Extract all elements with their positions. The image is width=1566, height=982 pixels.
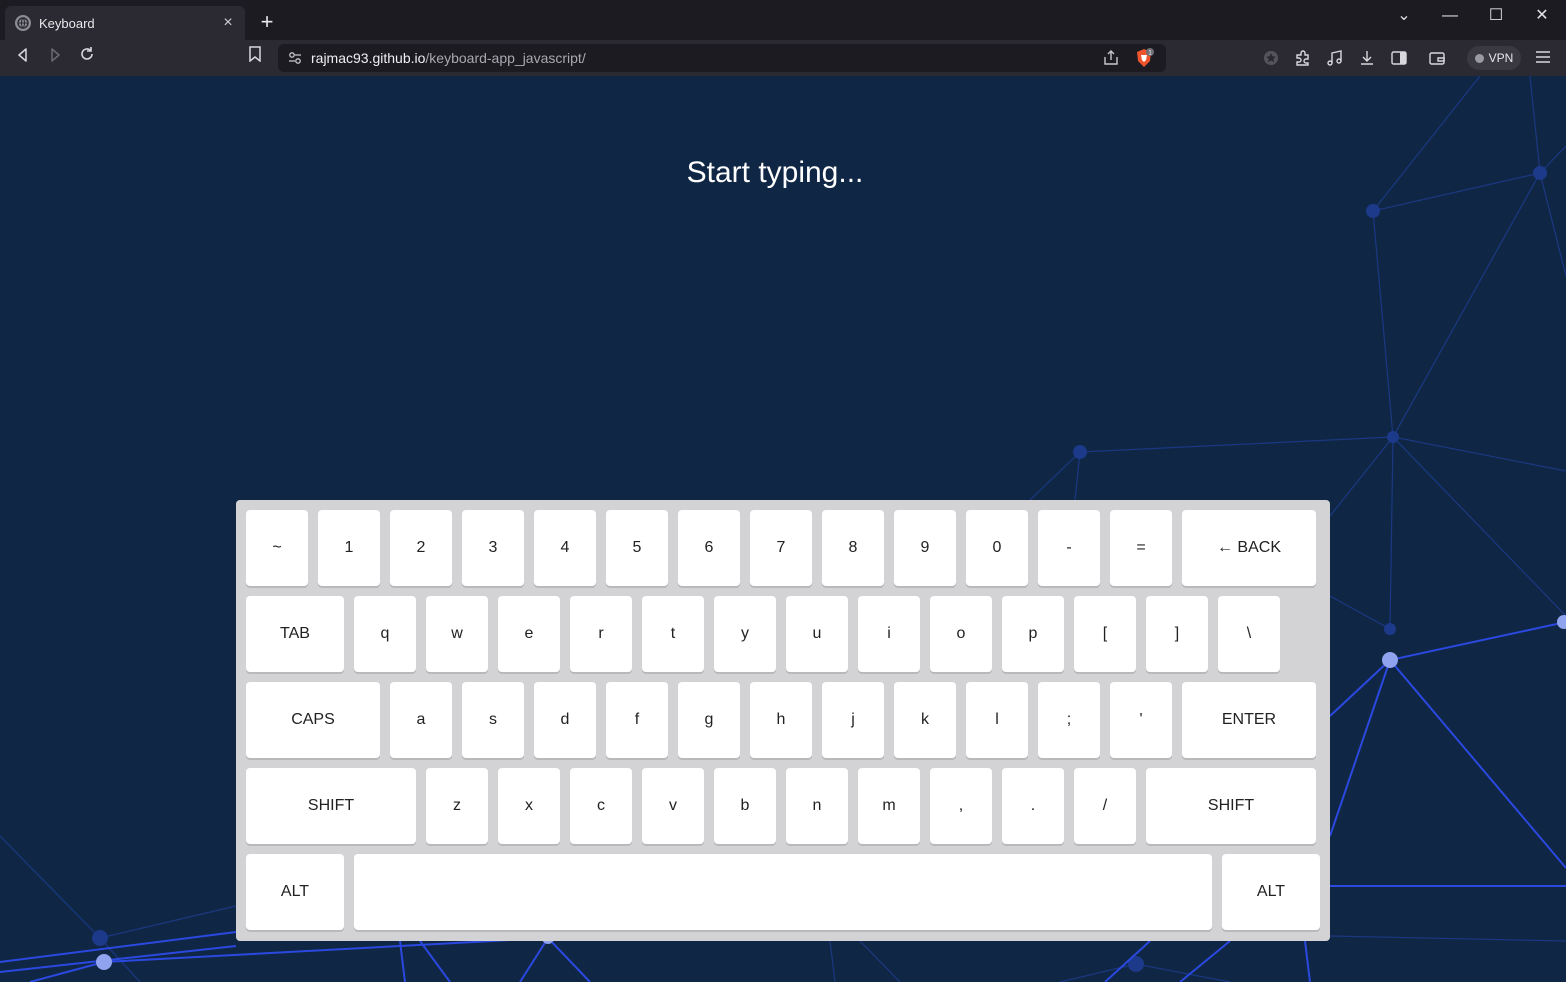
key-z[interactable]: z [426, 768, 488, 844]
key-1[interactable]: 1 [318, 510, 380, 586]
key-3[interactable]: 3 [462, 510, 524, 586]
maximize-button[interactable]: ☐ [1481, 4, 1511, 28]
key-left-bracket[interactable]: [ [1074, 596, 1136, 672]
tab-strip: Keyboard × + ⌄ — ☐ ✕ [0, 0, 1566, 40]
keyboard-row-4: SHIFT z x c v b n m , . / SHIFT [246, 768, 1316, 844]
key-e[interactable]: e [498, 596, 560, 672]
hamburger-menu-icon[interactable] [1534, 48, 1554, 68]
key-space[interactable] [354, 854, 1212, 930]
key-slash[interactable]: / [1074, 768, 1136, 844]
virtual-keyboard: ~ 1 2 3 4 5 6 7 8 9 0 - = ← BACK TAB q w… [236, 500, 1330, 941]
keyboard-row-3: CAPS a s d f g h j k l ; ' ENTER [246, 682, 1316, 758]
browser-tab[interactable]: Keyboard × [5, 6, 245, 40]
key-d[interactable]: d [534, 682, 596, 758]
key-x[interactable]: x [498, 768, 560, 844]
tab-close-icon[interactable]: × [219, 14, 237, 32]
key-backspace[interactable]: ← BACK [1182, 510, 1316, 586]
key-quote[interactable]: ' [1110, 682, 1172, 758]
key-period[interactable]: . [1002, 768, 1064, 844]
vpn-button[interactable]: VPN [1467, 46, 1521, 70]
keyboard-row-1: ~ 1 2 3 4 5 6 7 8 9 0 - = ← BACK [246, 510, 1316, 586]
key-t[interactable]: t [642, 596, 704, 672]
key-n[interactable]: n [786, 768, 848, 844]
rewards-icon[interactable] [1261, 48, 1281, 68]
key-f[interactable]: f [606, 682, 668, 758]
key-j[interactable]: j [822, 682, 884, 758]
key-caps[interactable]: CAPS [246, 682, 380, 758]
key-p[interactable]: p [1002, 596, 1064, 672]
key-5[interactable]: 5 [606, 510, 668, 586]
key-h[interactable]: h [750, 682, 812, 758]
page-content: Start typing... ~ 1 2 3 4 5 6 7 8 9 0 - … [0, 76, 1566, 982]
key-q[interactable]: q [354, 596, 416, 672]
close-window-button[interactable]: ✕ [1527, 4, 1557, 28]
key-b[interactable]: b [714, 768, 776, 844]
key-right-bracket[interactable]: ] [1146, 596, 1208, 672]
key-equals[interactable]: = [1110, 510, 1172, 586]
vpn-label: VPN [1488, 51, 1514, 65]
key-g[interactable]: g [678, 682, 740, 758]
key-r[interactable]: r [570, 596, 632, 672]
address-bar[interactable]: rajmac93.github.io /keyboard-app_javascr… [278, 44, 1166, 72]
keyboard-row-2: TAB q w e r t y u i o p [ ] \ [246, 596, 1280, 672]
key-s[interactable]: s [462, 682, 524, 758]
globe-icon [15, 15, 31, 31]
forward-icon[interactable] [43, 46, 67, 70]
key-k[interactable]: k [894, 682, 956, 758]
key-0[interactable]: 0 [966, 510, 1028, 586]
key-c[interactable]: c [570, 768, 632, 844]
vpn-status-icon [1474, 53, 1484, 63]
key-comma[interactable]: , [930, 768, 992, 844]
reload-icon[interactable] [75, 46, 99, 70]
extensions-icon[interactable] [1293, 48, 1313, 68]
key-8[interactable]: 8 [822, 510, 884, 586]
wallet-icon[interactable] [1427, 48, 1447, 68]
key-y[interactable]: y [714, 596, 776, 672]
key-o[interactable]: o [930, 596, 992, 672]
brave-shields-icon[interactable]: 1 [1134, 48, 1154, 68]
key-v[interactable]: v [642, 768, 704, 844]
key-enter[interactable]: ENTER [1182, 682, 1316, 758]
tab-title: Keyboard [39, 15, 95, 31]
bookmark-icon[interactable] [243, 46, 267, 70]
key-u[interactable]: u [786, 596, 848, 672]
page-title: Start typing... [686, 156, 864, 189]
key-m[interactable]: m [858, 768, 920, 844]
key-l[interactable]: l [966, 682, 1028, 758]
site-settings-icon[interactable] [288, 51, 302, 65]
key-tilde[interactable]: ~ [246, 510, 308, 586]
key-i[interactable]: i [858, 596, 920, 672]
tab-search-icon[interactable]: ⌄ [1389, 4, 1419, 28]
key-6[interactable]: 6 [678, 510, 740, 586]
key-right-alt[interactable]: ALT [1222, 854, 1320, 930]
key-tab[interactable]: TAB [246, 596, 344, 672]
back-icon[interactable] [11, 46, 35, 70]
key-w[interactable]: w [426, 596, 488, 672]
key-right-shift[interactable]: SHIFT [1146, 768, 1316, 844]
key-4[interactable]: 4 [534, 510, 596, 586]
key-7[interactable]: 7 [750, 510, 812, 586]
key-backslash[interactable]: \ [1218, 596, 1280, 672]
url-path: /keyboard-app_javascript/ [425, 50, 586, 66]
keyboard-row-5: ALT ALT [246, 854, 1320, 930]
key-minus[interactable]: - [1038, 510, 1100, 586]
key-left-shift[interactable]: SHIFT [246, 768, 416, 844]
sidebar-icon[interactable] [1389, 48, 1409, 68]
minimize-button[interactable]: — [1435, 4, 1465, 28]
browser-toolbar: rajmac93.github.io /keyboard-app_javascr… [0, 40, 1566, 76]
share-icon[interactable] [1102, 49, 1120, 67]
key-semicolon[interactable]: ; [1038, 682, 1100, 758]
key-left-alt[interactable]: ALT [246, 854, 344, 930]
new-tab-button[interactable]: + [257, 11, 277, 33]
key-2[interactable]: 2 [390, 510, 452, 586]
download-icon[interactable] [1357, 48, 1377, 68]
media-icon[interactable] [1325, 48, 1345, 68]
url-host: rajmac93.github.io [311, 50, 426, 66]
key-9[interactable]: 9 [894, 510, 956, 586]
key-a[interactable]: a [390, 682, 452, 758]
